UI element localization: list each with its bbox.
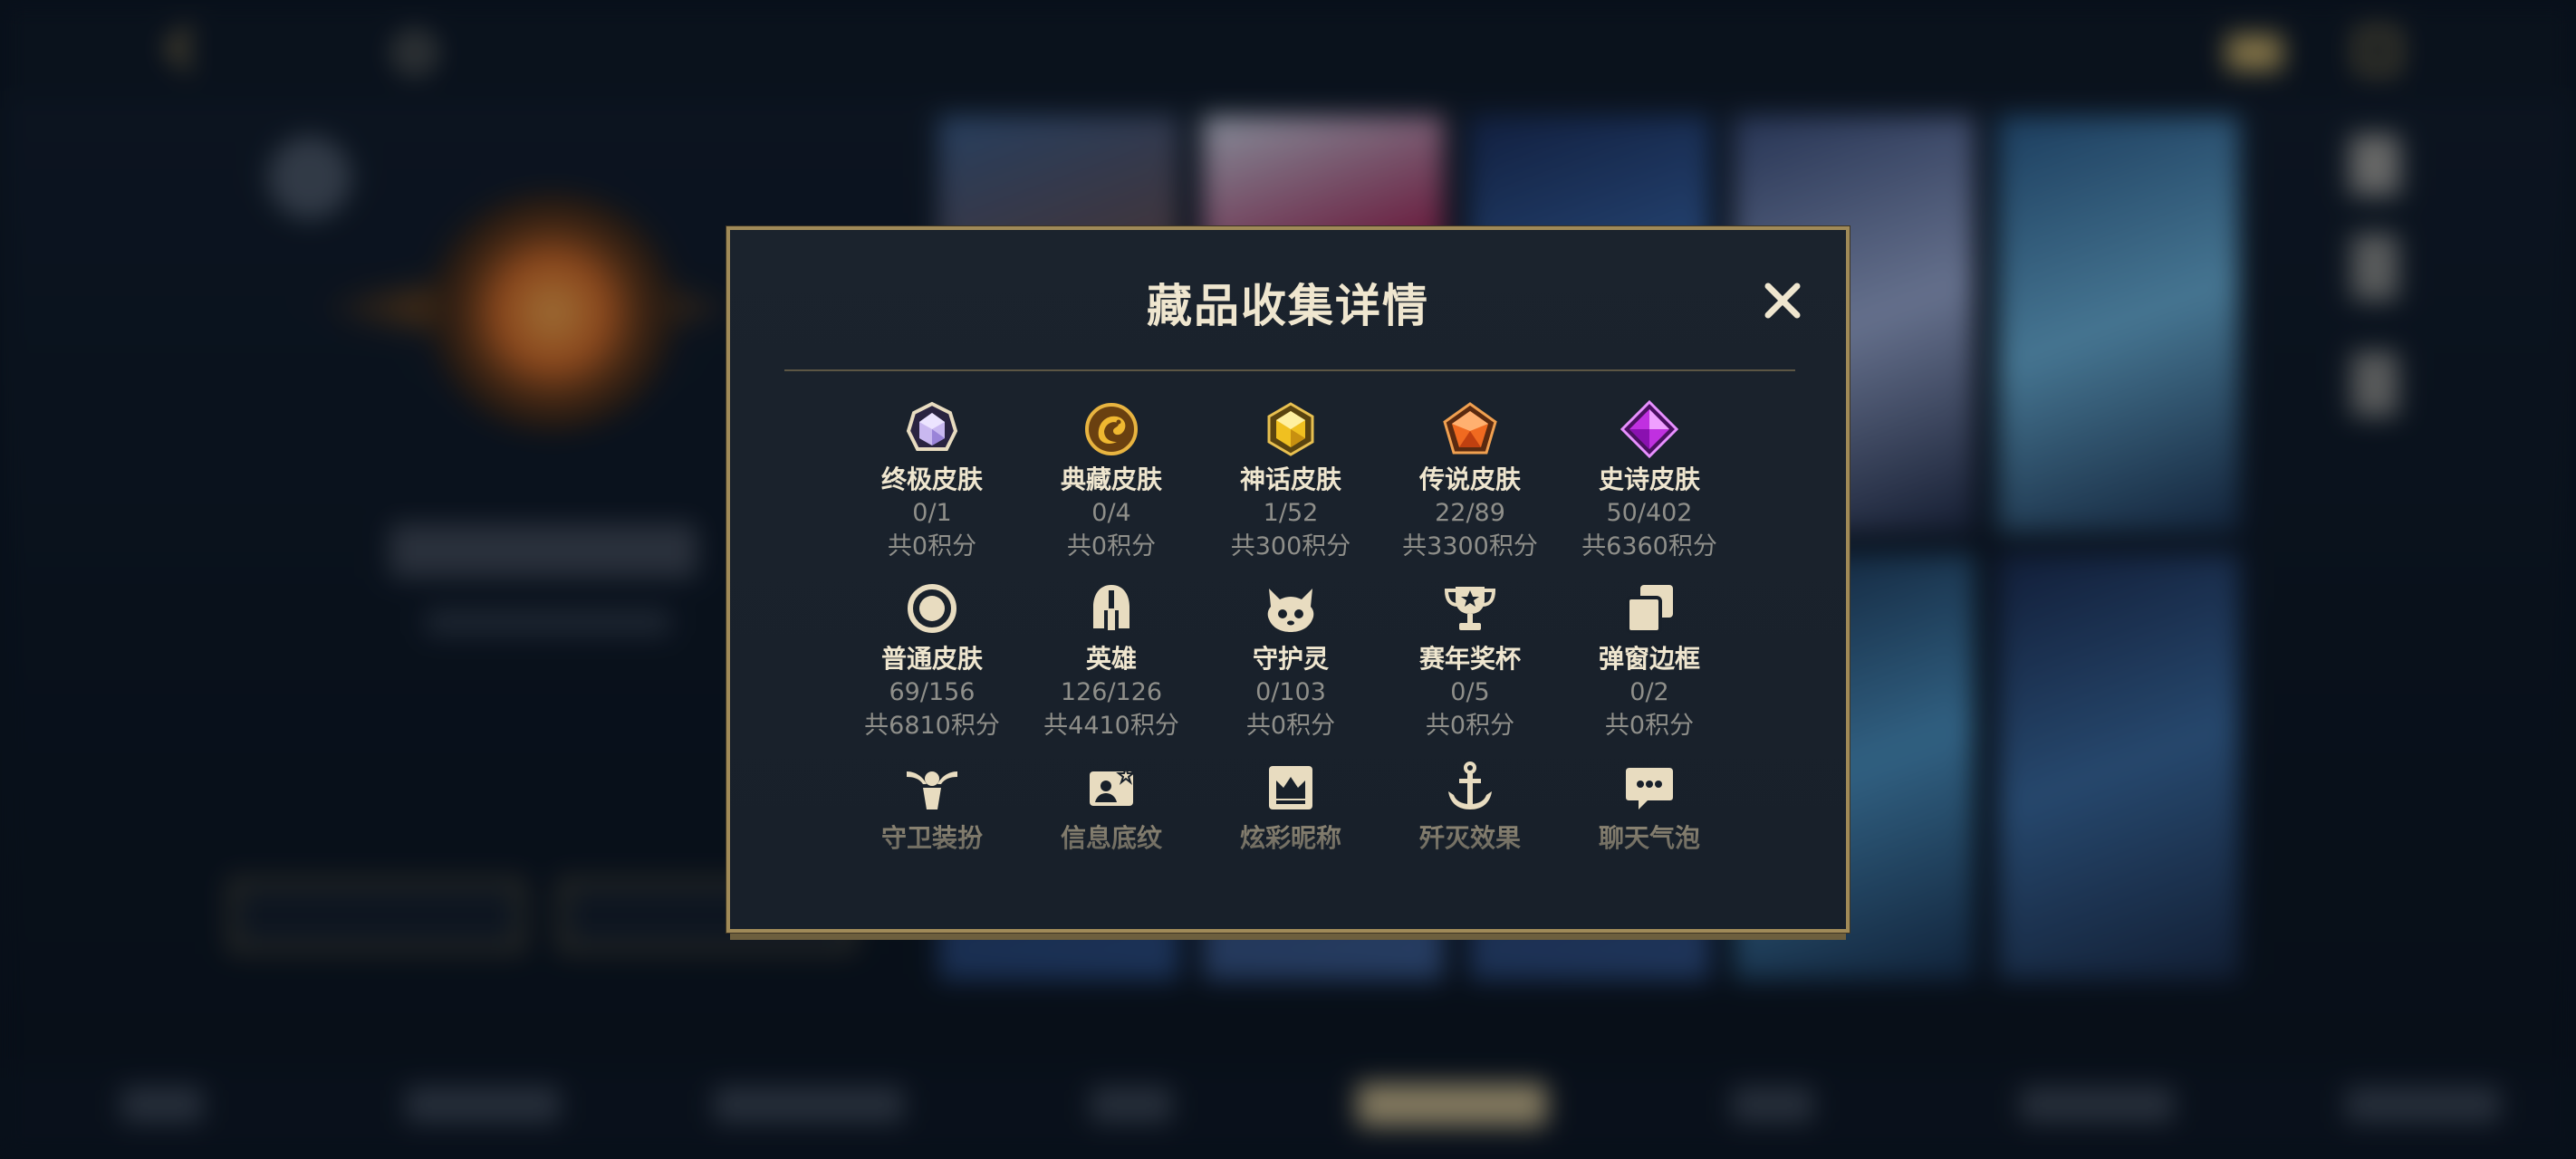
item-points: 共0积分 <box>887 532 977 560</box>
item-name: 守护灵 <box>1252 644 1329 674</box>
item-count: 0/5 <box>1450 678 1490 706</box>
item-points: 共6810积分 <box>864 712 1000 740</box>
item-name: 史诗皮肤 <box>1598 465 1700 494</box>
close-button[interactable] <box>1757 275 1808 326</box>
item-name: 传说皮肤 <box>1418 465 1521 494</box>
collection-details-modal: 藏品收集详情 终极皮肤 0/1 共0积分 典藏皮肤 0/4 共0积分 神话皮肤 … <box>726 226 1850 933</box>
normal-skin-ring-icon <box>903 580 961 637</box>
item-name: 终极皮肤 <box>880 465 983 494</box>
item-count: 50/402 <box>1606 499 1693 527</box>
item-count: 0/1 <box>912 499 952 527</box>
item-points: 共6360积分 <box>1581 532 1717 560</box>
collection-skin-dragon-icon <box>1082 400 1140 458</box>
item-count: 69/156 <box>889 678 976 706</box>
item-name: 普通皮肤 <box>880 644 983 674</box>
item-name: 聊天气泡 <box>1598 823 1700 853</box>
guard-outfit-icon <box>903 759 961 817</box>
item-name: 赛年奖杯 <box>1418 644 1521 674</box>
item-count: 1/52 <box>1263 499 1319 527</box>
collection-item-info-background[interactable]: 信息底纹 <box>1022 759 1201 855</box>
collection-grid: 终极皮肤 0/1 共0积分 典藏皮肤 0/4 共0积分 神话皮肤 1/52 共3… <box>730 400 1846 907</box>
collection-item-epic-skin[interactable]: 史诗皮肤 50/402 共6360积分 <box>1560 400 1739 563</box>
collection-item-season-trophy[interactable]: 赛年奖杯 0/5 共0积分 <box>1380 580 1560 742</box>
guardian-spirit-icon <box>1262 580 1320 637</box>
collection-item-mythic-skin[interactable]: 神话皮肤 1/52 共300积分 <box>1201 400 1380 563</box>
item-count: 22/89 <box>1435 499 1505 527</box>
collection-item-elimination-effect[interactable]: 歼灭效果 <box>1380 759 1560 855</box>
collection-item-normal-skin[interactable]: 普通皮肤 69/156 共6810积分 <box>842 580 1022 742</box>
title-divider <box>784 369 1795 371</box>
item-name: 守卫装扮 <box>880 823 983 853</box>
item-name: 英雄 <box>1085 644 1137 674</box>
item-name: 信息底纹 <box>1060 823 1162 853</box>
item-name: 典藏皮肤 <box>1060 465 1162 494</box>
collection-item-guard-outfit[interactable]: 守卫装扮 <box>842 759 1022 855</box>
item-points: 共4410积分 <box>1043 712 1179 740</box>
item-count: 0/2 <box>1629 678 1669 706</box>
item-points: 共3300积分 <box>1402 532 1538 560</box>
trophy-icon <box>1441 580 1499 637</box>
popup-frame-icon <box>1620 580 1678 637</box>
item-points: 共0积分 <box>1604 712 1695 740</box>
close-icon <box>1764 283 1801 319</box>
collection-item-ultimate-skin[interactable]: 终极皮肤 0/1 共0积分 <box>842 400 1022 563</box>
ultimate-skin-gem-icon <box>903 400 961 458</box>
item-points: 共0积分 <box>1425 712 1515 740</box>
item-count: 126/126 <box>1060 678 1163 706</box>
collection-item-hero[interactable]: 英雄 126/126 共4410积分 <box>1022 580 1201 742</box>
hero-helmet-icon <box>1082 580 1140 637</box>
epic-skin-gem-icon <box>1620 400 1678 458</box>
info-background-icon <box>1082 759 1140 817</box>
item-name: 炫彩昵称 <box>1239 823 1341 853</box>
collection-item-legend-skin[interactable]: 传说皮肤 22/89 共3300积分 <box>1380 400 1560 563</box>
collection-item-collection-skin[interactable]: 典藏皮肤 0/4 共0积分 <box>1022 400 1201 563</box>
item-count: 0/4 <box>1091 499 1131 527</box>
modal-title: 藏品收集详情 <box>1147 280 1429 332</box>
collection-item-chat-bubble[interactable]: 聊天气泡 <box>1560 759 1739 855</box>
item-points: 共0积分 <box>1066 532 1157 560</box>
item-name: 歼灭效果 <box>1418 823 1521 853</box>
collection-item-colorful-nickname[interactable]: 炫彩昵称 <box>1201 759 1380 855</box>
chat-bubble-icon <box>1620 759 1678 817</box>
item-points: 共0积分 <box>1245 712 1336 740</box>
collection-item-popup-frame[interactable]: 弹窗边框 0/2 共0积分 <box>1560 580 1739 742</box>
item-points: 共300积分 <box>1230 532 1351 560</box>
mythic-skin-gem-icon <box>1262 400 1320 458</box>
legend-skin-gem-icon <box>1441 400 1499 458</box>
item-count: 0/103 <box>1255 678 1326 706</box>
item-name: 弹窗边框 <box>1598 644 1700 674</box>
item-name: 神话皮肤 <box>1239 465 1341 494</box>
elimination-effect-icon <box>1441 759 1499 817</box>
colorful-nickname-icon <box>1262 759 1320 817</box>
collection-item-guardian-spirit[interactable]: 守护灵 0/103 共0积分 <box>1201 580 1380 742</box>
